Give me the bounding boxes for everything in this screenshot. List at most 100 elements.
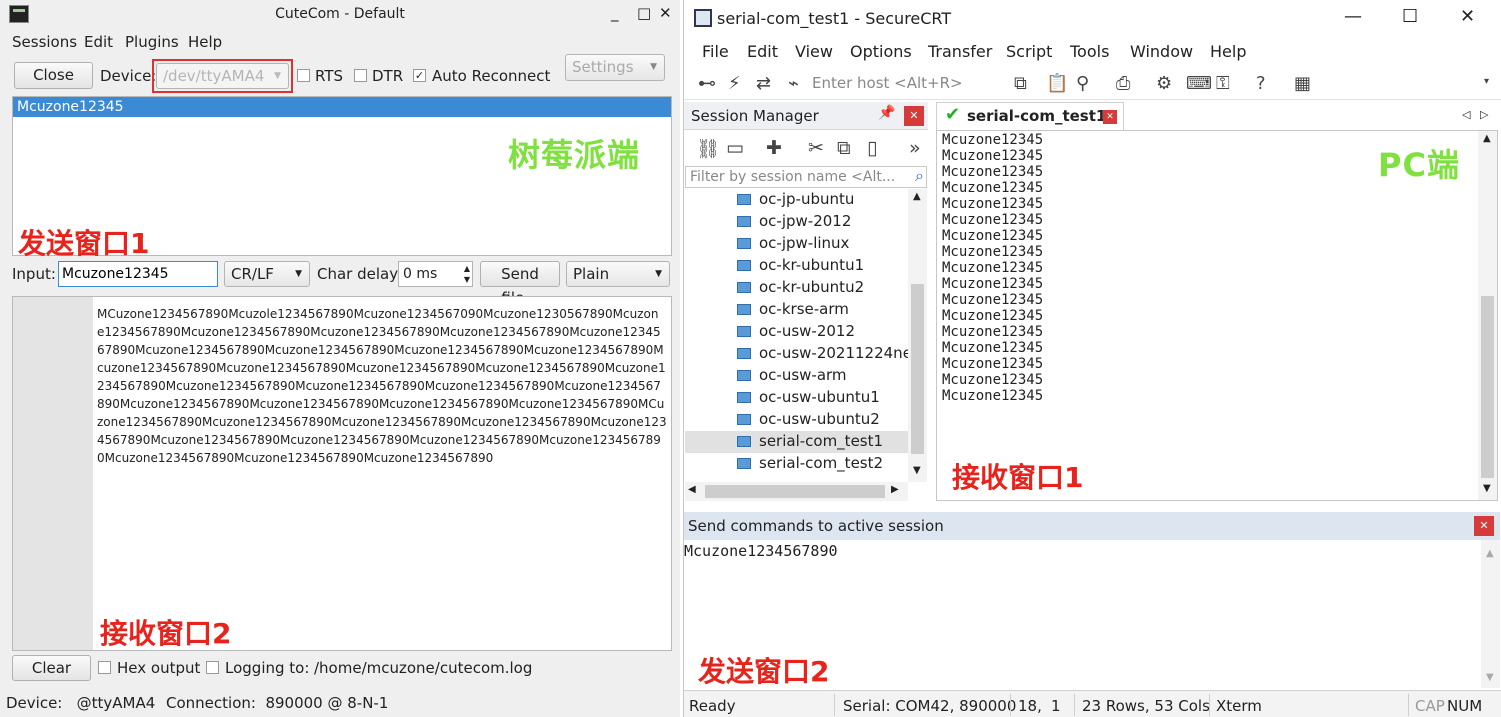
- disconnect-icon[interactable]: ⌁: [788, 73, 799, 94]
- overlay-pc: PC端: [1378, 146, 1460, 184]
- menu-options[interactable]: Options: [850, 42, 912, 61]
- window-icon[interactable]: ▭: [726, 137, 744, 159]
- session-item[interactable]: oc-usw-ubuntu1: [685, 387, 908, 409]
- scroll-thumb[interactable]: [911, 284, 924, 454]
- menu-help[interactable]: Help: [1210, 42, 1246, 61]
- scroll-down-icon[interactable]: ▼: [1486, 672, 1494, 683]
- minimize-icon[interactable]: _: [611, 4, 619, 22]
- paste-icon[interactable]: 📋: [1046, 73, 1068, 94]
- scroll-up-icon[interactable]: ▲: [1483, 133, 1491, 144]
- command-window-close-icon[interactable]: ✕: [1474, 516, 1494, 536]
- command-vscrollbar[interactable]: ▲ ▼: [1481, 540, 1500, 688]
- session-item[interactable]: oc-jpw-2012: [685, 211, 908, 233]
- session-item[interactable]: serial-com_test1: [685, 431, 908, 453]
- connect-icon[interactable]: ⊷: [698, 73, 716, 94]
- cut-icon[interactable]: ✂: [808, 137, 824, 159]
- tab-close-icon[interactable]: ✕: [1103, 110, 1117, 124]
- paste-icon[interactable]: ▯: [867, 137, 877, 159]
- quick-connect-icon[interactable]: ⚡: [728, 73, 741, 94]
- menu-view[interactable]: View: [795, 42, 833, 61]
- logging-checkbox[interactable]: [206, 661, 219, 674]
- scroll-thumb[interactable]: [1481, 296, 1494, 478]
- session-item[interactable]: serial-com_test2: [685, 453, 908, 475]
- output-panel[interactable]: MCuzone1234567890Mcuzole1234567890Mcuzon…: [12, 296, 672, 651]
- dtr-checkbox[interactable]: [354, 69, 367, 82]
- session-manager-close-icon[interactable]: ✕: [904, 106, 924, 126]
- session-tree-hscrollbar[interactable]: ◀ ▶: [685, 482, 908, 501]
- copy-icon[interactable]: ⧉: [1014, 73, 1027, 94]
- close-icon[interactable]: ✕: [659, 4, 672, 22]
- close-button[interactable]: Close: [14, 62, 93, 89]
- history-item[interactable]: Mcuzone12345: [13, 97, 671, 117]
- rts-checkbox[interactable]: [297, 69, 310, 82]
- menu-edit[interactable]: Edit: [747, 42, 778, 61]
- status-serial: Serial: COM42, 890000: [843, 697, 1017, 715]
- reconnect-icon[interactable]: ⇄: [756, 73, 771, 94]
- menu-sessions[interactable]: Sessions: [12, 33, 77, 51]
- settings-button[interactable]: Settings ▼: [565, 54, 665, 81]
- send-file-button[interactable]: Send file...: [480, 261, 560, 307]
- menu-edit[interactable]: Edit: [84, 33, 113, 51]
- keymap-icon[interactable]: ⌨: [1186, 73, 1212, 94]
- add-icon[interactable]: ✚: [766, 137, 782, 159]
- session-item[interactable]: oc-jp-ubuntu: [685, 189, 908, 211]
- pin-icon[interactable]: 📌: [878, 105, 895, 121]
- session-item[interactable]: oc-kr-ubuntu1: [685, 255, 908, 277]
- session-item[interactable]: oc-usw-arm: [685, 365, 908, 387]
- maximize-icon[interactable]: ☐: [1402, 6, 1418, 27]
- line-end-select[interactable]: CR/LF ▼: [224, 261, 310, 287]
- sftp-icon[interactable]: ▦: [1294, 73, 1311, 94]
- session-tree[interactable]: oc-jp-ubuntu oc-jpw-2012 oc-jpw-linux oc-kr…: [685, 189, 908, 482]
- scroll-right-icon[interactable]: ▶: [891, 484, 899, 495]
- clear-button[interactable]: Clear: [12, 655, 91, 681]
- session-tree-vscrollbar[interactable]: ▲ ▼: [908, 189, 927, 482]
- help-icon[interactable]: ?: [1256, 73, 1266, 94]
- menu-tools[interactable]: Tools: [1070, 42, 1109, 61]
- char-delay-spinbox[interactable]: 0 ms ▲ ▼: [398, 261, 473, 287]
- settings-gear-icon[interactable]: ⚙: [1156, 73, 1172, 94]
- tab-scroll-left-icon[interactable]: ◁: [1462, 108, 1470, 121]
- format-select[interactable]: Plain ▼: [566, 261, 670, 287]
- scroll-down-icon[interactable]: ▼: [1483, 483, 1491, 494]
- print-icon[interactable]: ⎙: [1116, 73, 1130, 94]
- terminal-vscrollbar[interactable]: ▲ ▼: [1478, 131, 1497, 500]
- search-icon[interactable]: ⌕: [915, 166, 924, 186]
- spin-down-icon[interactable]: ▼: [464, 268, 470, 292]
- host-input[interactable]: Enter host <Alt+R>: [812, 74, 963, 92]
- minimize-icon[interactable]: —: [1344, 6, 1362, 27]
- menu-file[interactable]: File: [702, 42, 729, 61]
- find-icon[interactable]: ⚲: [1076, 73, 1089, 94]
- scroll-left-icon[interactable]: ◀: [688, 484, 696, 495]
- session-filter-placeholder: Filter by session name <Alt...: [690, 169, 896, 185]
- link-icon[interactable]: ⛓: [696, 137, 720, 160]
- output-line: 234567890Mcuzone1234567890Mcuzone1234567…: [97, 379, 661, 393]
- scroll-down-icon[interactable]: ▼: [913, 465, 921, 476]
- menu-help[interactable]: Help: [188, 33, 222, 51]
- maximize-icon[interactable]: □: [637, 4, 651, 22]
- session-filter-input[interactable]: Filter by session name <Alt... ⌕: [685, 166, 927, 188]
- tab-scroll-right-icon[interactable]: ▷: [1480, 108, 1488, 121]
- menu-transfer[interactable]: Transfer: [928, 42, 992, 61]
- session-item[interactable]: oc-usw-ubuntu2: [685, 409, 908, 431]
- hex-output-checkbox[interactable]: [98, 661, 111, 674]
- auto-reconnect-checkbox[interactable]: ✓: [413, 69, 426, 82]
- device-select[interactable]: /dev/ttyAMA4 ▼: [156, 63, 289, 89]
- scroll-up-icon[interactable]: ▲: [913, 191, 921, 202]
- toolbar-overflow-icon[interactable]: ▾: [1484, 76, 1489, 87]
- more-icon[interactable]: »: [909, 137, 921, 159]
- session-item[interactable]: oc-usw-20211224ne: [685, 343, 908, 365]
- key-icon[interactable]: ⚿: [1216, 73, 1230, 94]
- close-icon[interactable]: ✕: [1460, 6, 1475, 27]
- session-item[interactable]: oc-krse-arm: [685, 299, 908, 321]
- scroll-thumb[interactable]: [705, 485, 885, 498]
- copy-icon[interactable]: ⧉: [837, 137, 851, 159]
- input-field[interactable]: [58, 261, 218, 287]
- menu-plugins[interactable]: Plugins: [125, 33, 179, 51]
- menu-window[interactable]: Window: [1130, 42, 1193, 61]
- scroll-up-icon[interactable]: ▲: [1486, 548, 1494, 559]
- session-item[interactable]: oc-kr-ubuntu2: [685, 277, 908, 299]
- session-item[interactable]: oc-usw-2012: [685, 321, 908, 343]
- menu-script[interactable]: Script: [1006, 42, 1052, 61]
- tab-serial-com-test1[interactable]: ✔ serial-com_test1 ✕: [936, 102, 1124, 130]
- session-item[interactable]: oc-jpw-linux: [685, 233, 908, 255]
